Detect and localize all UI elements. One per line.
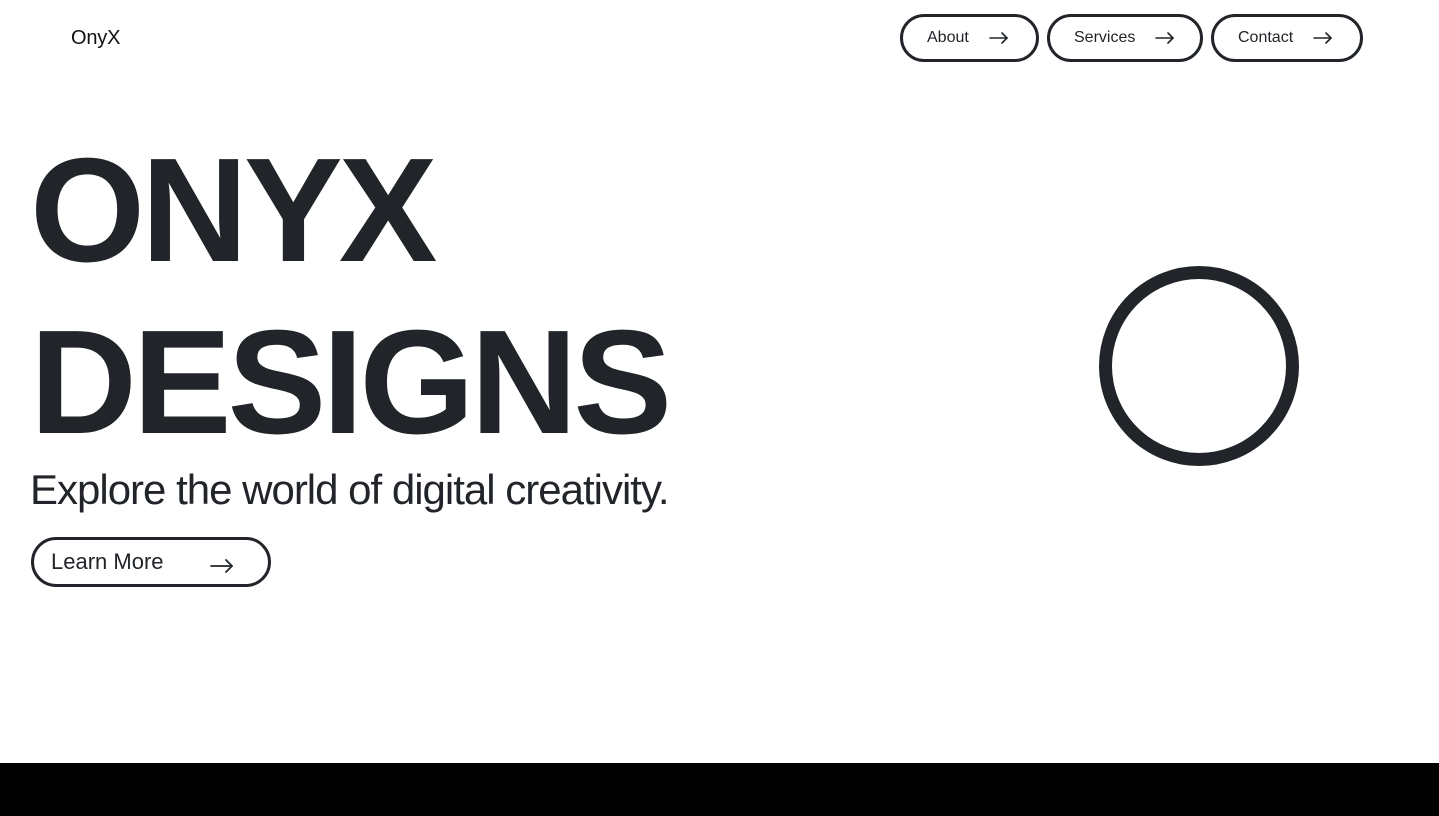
nav-about-button[interactable]: About xyxy=(900,14,1039,62)
nav-services-button[interactable]: Services xyxy=(1047,14,1203,62)
hero-title-line-1: ONYX xyxy=(30,128,437,293)
nav-services-label: Services xyxy=(1074,29,1136,46)
learn-more-label: Learn More xyxy=(51,549,164,574)
hero-title: ONYX DESIGNS xyxy=(30,125,672,469)
arrow-right-icon xyxy=(1155,32,1175,44)
arrow-right-icon xyxy=(989,32,1009,44)
hero-title-line-2: DESIGNS xyxy=(30,300,672,465)
arrow-right-icon xyxy=(210,554,234,580)
learn-more-button[interactable]: Learn More xyxy=(31,537,271,587)
brand-logo[interactable]: OnyX xyxy=(71,26,120,50)
decorative-ring-graphic xyxy=(1099,266,1299,466)
nav-contact-label: Contact xyxy=(1238,29,1294,46)
main-nav: About Services Contact xyxy=(900,14,1363,62)
nav-contact-button[interactable]: Contact xyxy=(1211,14,1363,62)
footer-bar xyxy=(0,763,1439,816)
nav-about-label: About xyxy=(927,29,969,46)
hero-tagline: Explore the world of digital creativity. xyxy=(30,466,670,513)
page: OnyX About Services Contact ONYX DESIGNS… xyxy=(0,0,1439,816)
arrow-right-icon xyxy=(1313,32,1333,44)
